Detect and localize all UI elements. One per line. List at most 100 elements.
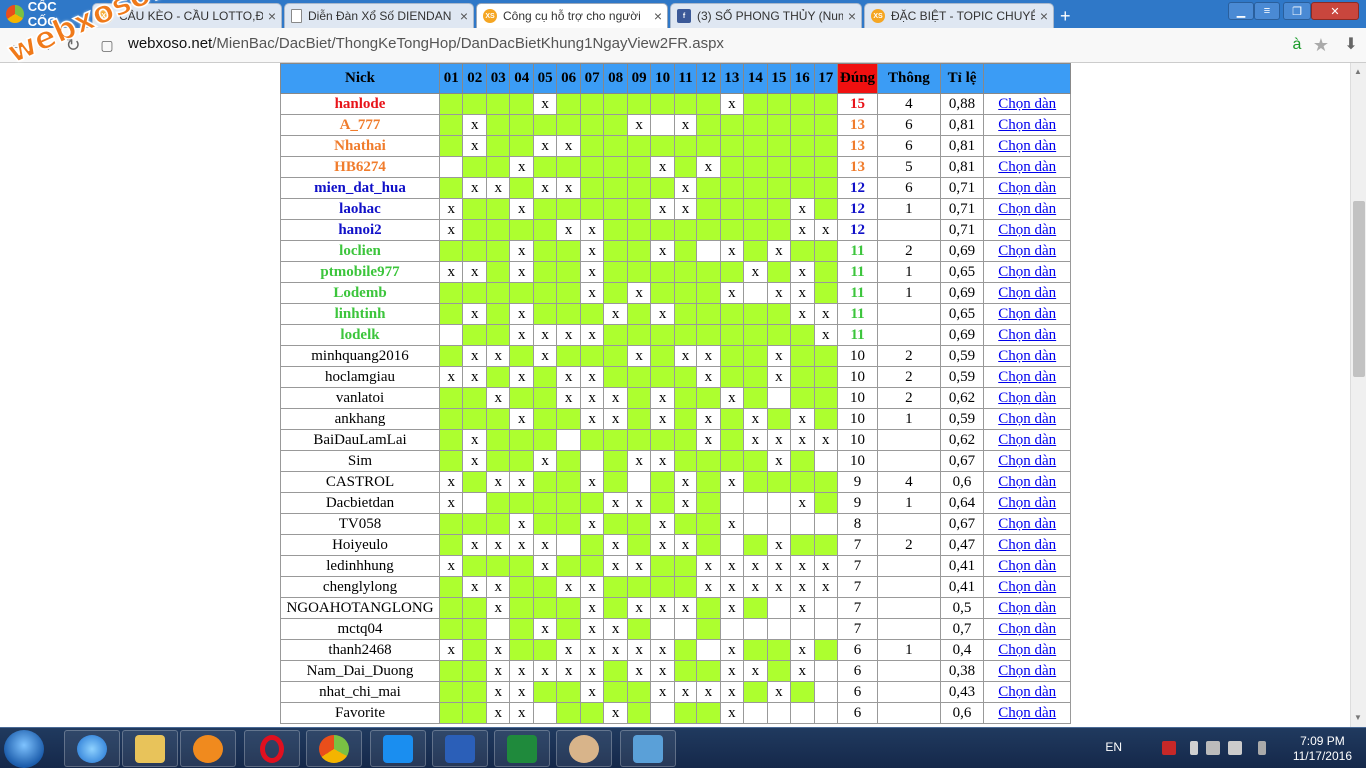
tab-4[interactable]: f (3) SỐ PHONG THỦY (Num × [670, 3, 862, 28]
tab-3[interactable]: XS Công cụ hỗ trợ cho người × [476, 3, 668, 28]
choose-set-link[interactable]: Chọn dàn [998, 159, 1056, 175]
choose-set-link[interactable]: Chọn dàn [998, 579, 1056, 595]
choose-set-link[interactable]: Chọn dàn [998, 264, 1056, 280]
choose-set-link[interactable]: Chọn dàn [998, 327, 1056, 343]
table-row: Favorite x x x x 6 0,6 Chọn dàn [280, 702, 1071, 724]
coccoc-taskbar-button[interactable] [306, 730, 362, 767]
day-cell [438, 618, 464, 640]
choose-set-link[interactable]: Chọn dàn [998, 663, 1056, 679]
scroll-down-icon[interactable]: ▼ [1354, 713, 1362, 722]
ratio-cell: 0,38 [939, 660, 985, 682]
bookmark-star-icon[interactable]: ★ [1310, 35, 1332, 57]
scroll-thumb[interactable] [1353, 201, 1365, 377]
miss-cell: x [438, 219, 464, 241]
zalo-icon [383, 734, 413, 763]
url-field[interactable]: webxoso.net/MienBac/DacBiet/ThongKeTongH… [128, 35, 724, 52]
day-cell [673, 156, 698, 178]
new-tab-button[interactable]: + [1060, 6, 1071, 27]
miss-cell: x [790, 660, 815, 682]
media-taskbar-button[interactable] [180, 730, 236, 767]
choose-set-link[interactable]: Chọn dàn [998, 537, 1056, 553]
opera-taskbar-button[interactable] [244, 730, 300, 767]
miss-cell: x [673, 534, 698, 556]
miss-cell: x [650, 240, 675, 262]
miss-cell: x [556, 177, 581, 199]
choose-set-link[interactable]: Chọn dàn [998, 222, 1056, 238]
choose-set-link[interactable]: Chọn dàn [998, 390, 1056, 406]
start-button-icon[interactable] [4, 730, 44, 768]
choose-set-link[interactable]: Chọn dàn [998, 621, 1056, 637]
choose-set-link[interactable]: Chọn dàn [998, 453, 1056, 469]
day-cell [509, 576, 534, 598]
day-cell [790, 324, 815, 346]
day-cell [813, 135, 839, 157]
restore-button[interactable]: ❐ [1283, 2, 1311, 20]
choose-set-link[interactable]: Chọn dàn [998, 516, 1056, 532]
day-cell [509, 555, 534, 577]
choose-set-link[interactable]: Chọn dàn [998, 558, 1056, 574]
choose-set-link[interactable]: Chọn dàn [998, 117, 1056, 133]
choose-set-link[interactable]: Chọn dàn [998, 306, 1056, 322]
miss-cell: x [650, 660, 675, 682]
system-clock[interactable]: 7:09 PM 11/17/2016 [1293, 734, 1352, 764]
select-cell: Chọn dàn [983, 681, 1071, 703]
miss-cell: x [556, 660, 581, 682]
word-taskbar-button[interactable] [432, 730, 488, 767]
vertical-scrollbar[interactable]: ▲ ▼ [1350, 63, 1366, 727]
choose-set-link[interactable]: Chọn dàn [998, 243, 1056, 259]
choose-set-link[interactable]: Chọn dàn [998, 432, 1056, 448]
miss-cell: x [626, 597, 652, 619]
dung-cell: 10 [837, 429, 879, 451]
day-cell [696, 324, 721, 346]
choose-set-link[interactable]: Chọn dàn [998, 474, 1056, 490]
volume-tray-icon[interactable] [1228, 741, 1242, 755]
choose-set-link[interactable]: Chọn dàn [998, 180, 1056, 196]
show-hidden-icons-icon[interactable] [1190, 741, 1198, 755]
paint-taskbar-button[interactable] [556, 730, 612, 767]
choose-set-link[interactable]: Chọn dàn [998, 96, 1056, 112]
zalo-taskbar-button[interactable] [370, 730, 426, 767]
ie-taskbar-button[interactable] [64, 730, 120, 767]
close-tab-icon[interactable]: × [843, 8, 861, 24]
minimize-button[interactable]: ▁ [1228, 2, 1254, 20]
antivirus-tray-icon[interactable] [1162, 741, 1176, 755]
choose-set-link[interactable]: Chọn dàn [998, 495, 1056, 511]
download-icon[interactable]: ⬇ [1340, 35, 1362, 57]
explorer-taskbar-button[interactable] [122, 730, 178, 767]
network-tray-icon[interactable] [1206, 741, 1220, 755]
close-tab-icon[interactable]: × [263, 8, 281, 24]
close-tab-icon[interactable]: × [455, 8, 473, 24]
choose-set-link[interactable]: Chọn dàn [998, 201, 1056, 217]
scroll-up-icon[interactable]: ▲ [1354, 67, 1362, 76]
table-row: linhtinh x x x x x x 11 0,65 Chọn dàn [280, 303, 1071, 325]
choose-set-link[interactable]: Chọn dàn [998, 138, 1056, 154]
miss-cell: x [509, 303, 534, 325]
close-tab-icon[interactable]: × [649, 8, 667, 24]
thong-cell [877, 513, 941, 535]
day-cell [579, 156, 605, 178]
excel-taskbar-button[interactable] [494, 730, 550, 767]
choose-set-link[interactable]: Chọn dàn [998, 348, 1056, 364]
photos-taskbar-button[interactable] [620, 730, 676, 767]
miss-cell: x [696, 576, 721, 598]
choose-set-link[interactable]: Chọn dàn [998, 705, 1056, 721]
choose-set-link[interactable]: Chọn dàn [998, 411, 1056, 427]
choose-set-link[interactable]: Chọn dàn [998, 642, 1056, 658]
dung-cell: 10 [837, 345, 879, 367]
day-cell [696, 639, 721, 661]
app-menu-button[interactable]: ≡ [1254, 2, 1280, 20]
battery-tray-icon[interactable] [1258, 741, 1266, 755]
choose-set-link[interactable]: Chọn dàn [998, 684, 1056, 700]
day-cell [603, 681, 628, 703]
translate-icon[interactable]: à [1286, 35, 1308, 57]
language-indicator[interactable]: EN [1105, 740, 1122, 754]
choose-set-link[interactable]: Chọn dàn [998, 369, 1056, 385]
close-window-button[interactable]: ✕ [1311, 2, 1359, 20]
table-row: mctq04 x x x 7 0,7 Chọn dàn [280, 618, 1071, 640]
tab-2[interactable]: Diễn Đàn Xổ Số DIENDAN × [284, 3, 474, 28]
choose-set-link[interactable]: Chọn dàn [998, 285, 1056, 301]
close-tab-icon[interactable]: × [1035, 8, 1053, 24]
day-cell [813, 408, 839, 430]
choose-set-link[interactable]: Chọn dàn [998, 600, 1056, 616]
tab-5[interactable]: XS ĐẶC BIỆT - TOPIC CHUYÊN × [864, 3, 1054, 28]
